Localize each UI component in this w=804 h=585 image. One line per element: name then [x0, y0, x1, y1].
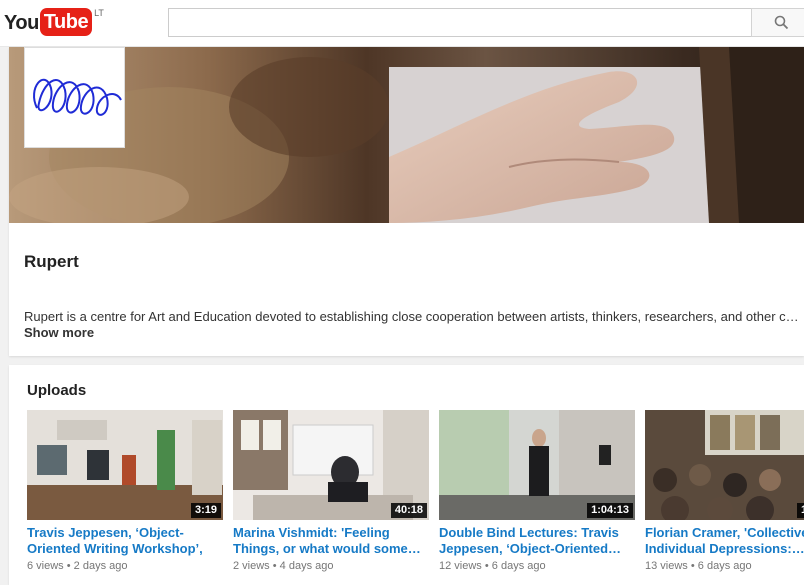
logo-tube-text: Tube [39, 8, 93, 36]
youtube-logo[interactable]: You Tube LT [4, 8, 104, 38]
channel-title[interactable]: Rupert [24, 252, 79, 272]
search-icon [774, 15, 788, 30]
channel-header-card: Rupert Rupert is a centre for Art and Ed… [9, 47, 804, 356]
video-age: 6 days ago [491, 560, 546, 572]
video-item[interactable]: 1 Florian Cramer, 'Collective-Individual… [645, 410, 804, 572]
video-age: 6 days ago [697, 560, 752, 572]
video-meta: 6 views • 2 days ago [27, 560, 223, 572]
logo-you-text: You [4, 12, 39, 34]
meta-separator: • [690, 560, 695, 572]
search-input[interactable] [168, 8, 752, 37]
masthead: You Tube LT [0, 0, 804, 47]
video-meta: 2 views • 4 days ago [233, 560, 429, 572]
meta-separator: • [484, 560, 489, 572]
video-views: 13 views [645, 560, 688, 572]
video-duration: 1:04:13 [587, 503, 633, 518]
search-button[interactable] [751, 8, 804, 37]
video-age: 2 days ago [73, 560, 128, 572]
channel-description: Rupert is a centre for Art and Education… [24, 309, 804, 324]
meta-separator: • [66, 560, 71, 572]
video-age: 4 days ago [279, 560, 334, 572]
video-title[interactable]: Florian Cramer, 'Collective-Individual D… [645, 525, 804, 557]
video-title[interactable]: Double Bind Lectures: Travis Jeppesen, ‘… [439, 525, 635, 557]
meta-separator: • [272, 560, 277, 572]
video-views: 6 views [27, 560, 64, 572]
show-more-link[interactable]: Show more [24, 325, 94, 340]
video-views: 2 views [233, 560, 270, 572]
video-thumbnail[interactable]: 1:04:13 [439, 410, 635, 520]
logo-country-code: LT [94, 8, 104, 18]
video-views: 12 views [439, 560, 482, 572]
channel-banner [9, 47, 804, 223]
video-duration: 1 [797, 503, 804, 518]
video-title[interactable]: Marina Vishmidt: 'Feeling Things, or wha… [233, 525, 429, 557]
video-item[interactable]: 1:04:13 Double Bind Lectures: Travis Jep… [439, 410, 635, 572]
video-meta: 12 views • 6 days ago [439, 560, 635, 572]
uploads-section: Uploads 3:19 Travis Jeppesen, ‘Object-Or… [9, 365, 804, 585]
video-meta: 13 views • 6 days ago [645, 560, 804, 572]
channel-avatar[interactable] [24, 47, 125, 148]
uploads-title[interactable]: Uploads [27, 382, 86, 399]
video-duration: 40:18 [390, 503, 427, 518]
video-thumbnail[interactable]: 3:19 [27, 410, 223, 520]
video-duration: 3:19 [190, 503, 221, 518]
video-item[interactable]: 40:18 Marina Vishmidt: 'Feeling Things, … [233, 410, 429, 572]
video-item[interactable]: 3:19 Travis Jeppesen, ‘Object-Oriented W… [27, 410, 223, 572]
video-thumbnail[interactable]: 1 [645, 410, 804, 520]
video-title[interactable]: Travis Jeppesen, ‘Object-Oriented Writin… [27, 525, 223, 557]
video-thumbnail[interactable]: 40:18 [233, 410, 429, 520]
